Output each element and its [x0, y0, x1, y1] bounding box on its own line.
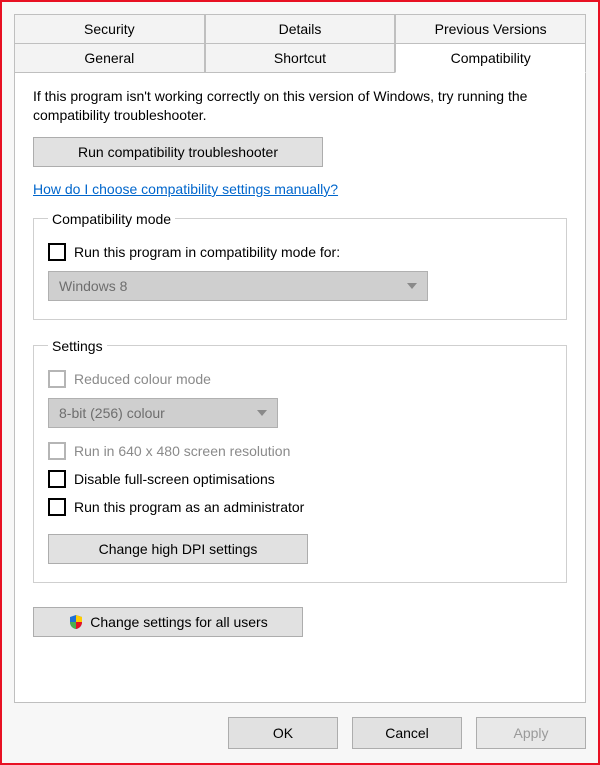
- ok-button[interactable]: OK: [228, 717, 338, 749]
- intro-text: If this program isn't working correctly …: [33, 87, 567, 125]
- change-dpi-button[interactable]: Change high DPI settings: [48, 534, 308, 564]
- checkbox-run-admin[interactable]: [48, 498, 66, 516]
- checkbox-compat-mode-label: Run this program in compatibility mode f…: [74, 244, 340, 260]
- compatibility-panel: If this program isn't working correctly …: [14, 73, 586, 703]
- checkbox-run-admin-label: Run this program as an administrator: [74, 499, 304, 515]
- group-compatibility-mode: Compatibility mode Run this program in c…: [33, 211, 567, 320]
- cancel-button[interactable]: Cancel: [352, 717, 462, 749]
- select-compat-os-value: Windows 8: [59, 278, 127, 294]
- select-compat-os[interactable]: Windows 8: [48, 271, 428, 301]
- tab-previous-versions[interactable]: Previous Versions: [395, 14, 586, 44]
- checkbox-disable-fullscreen-label: Disable full-screen optimisations: [74, 471, 275, 487]
- tab-row-2: General Shortcut Compatibility: [14, 44, 586, 73]
- apply-button[interactable]: Apply: [476, 717, 586, 749]
- tab-general[interactable]: General: [14, 44, 205, 73]
- tab-details[interactable]: Details: [205, 14, 396, 44]
- tab-row-1: Security Details Previous Versions: [14, 14, 586, 44]
- checkbox-low-res-label: Run in 640 x 480 screen resolution: [74, 443, 290, 459]
- shield-icon: [68, 614, 84, 630]
- change-all-users-button[interactable]: Change settings for all users: [33, 607, 303, 637]
- tab-security[interactable]: Security: [14, 14, 205, 44]
- checkbox-low-res: [48, 442, 66, 460]
- help-link[interactable]: How do I choose compatibility settings m…: [33, 181, 338, 197]
- tab-shortcut[interactable]: Shortcut: [205, 44, 396, 73]
- select-colour-mode-value: 8-bit (256) colour: [59, 405, 165, 421]
- checkbox-compat-mode[interactable]: [48, 243, 66, 261]
- checkbox-reduced-colour-label: Reduced colour mode: [74, 371, 211, 387]
- group-settings-legend: Settings: [48, 338, 107, 354]
- select-colour-mode: 8-bit (256) colour: [48, 398, 278, 428]
- chevron-down-icon: [257, 410, 267, 416]
- checkbox-disable-fullscreen[interactable]: [48, 470, 66, 488]
- tab-compatibility[interactable]: Compatibility: [395, 44, 586, 73]
- change-all-users-label: Change settings for all users: [90, 614, 267, 630]
- group-compat-legend: Compatibility mode: [48, 211, 175, 227]
- group-settings: Settings Reduced colour mode 8-bit (256)…: [33, 338, 567, 583]
- properties-dialog: Security Details Previous Versions Gener…: [0, 0, 600, 765]
- checkbox-reduced-colour: [48, 370, 66, 388]
- dialog-footer: OK Cancel Apply: [14, 703, 586, 749]
- run-troubleshooter-button[interactable]: Run compatibility troubleshooter: [33, 137, 323, 167]
- chevron-down-icon: [407, 283, 417, 289]
